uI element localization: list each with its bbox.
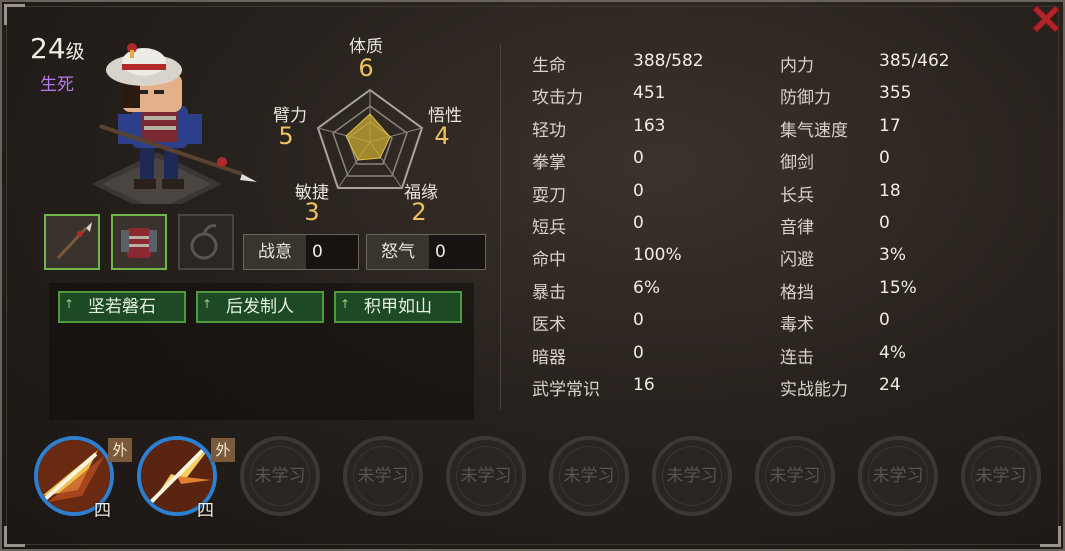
trait-arrow-icon: ↑ [64,297,75,311]
stat-value: 4% [879,343,906,363]
stat-value: 15% [879,278,917,298]
stat-name: 防御力 [780,88,831,108]
trait-label: 积甲如山 [364,297,432,317]
stat-value: 100% [633,245,682,265]
trait-item[interactable]: ↑ 坚若磐石 [58,291,186,323]
stat-name: 集气速度 [780,121,848,141]
stat-name: 连击 [780,348,814,368]
trait-item[interactable]: ↑ 后发制人 [196,291,324,323]
level-number: 24 [30,32,66,65]
attr-fortune-value: 2 [411,198,427,226]
stat-name: 御剑 [780,153,814,173]
equip-slot-accessory[interactable] [178,214,234,270]
attr-strength-value: 5 [278,122,294,150]
frame-corner [1040,526,1061,547]
stat-value: 163 [633,116,666,136]
stat-name: 暗器 [532,348,566,368]
stat-name: 生命 [532,56,566,76]
stat-value: 388/582 [633,51,704,71]
stat-name: 命中 [532,250,566,270]
trait-label: 后发制人 [226,297,294,317]
stat-value: 355 [879,83,912,103]
skill-slot-2[interactable]: 外 四 [137,436,235,521]
trait-label: 坚若磐石 [88,297,156,317]
stat-value: 3% [879,245,906,265]
stat-name: 格挡 [780,283,814,303]
stat-name: 长兵 [780,186,814,206]
stat-name: 轻功 [532,121,566,141]
stat-name: 短兵 [532,218,566,238]
trait-arrow-icon: ↑ [340,297,351,311]
stat-value: 451 [633,83,666,103]
character-portrait [92,43,257,204]
skill-slot-1[interactable]: 外 四 [34,436,132,521]
skill-slot-empty[interactable]: 未学习 [652,436,732,516]
frame-corner [4,4,25,25]
accessory-empty-icon [190,224,218,260]
rage-label: 怒气 [367,235,429,269]
skill-slot-empty[interactable]: 未学习 [549,436,629,516]
stat-name: 攻击力 [532,88,583,108]
stat-value: 6% [633,278,660,298]
stat-value: 17 [879,116,901,136]
stat-name: 武学常识 [532,380,600,400]
stat-name: 实战能力 [780,380,848,400]
skill-slot-empty[interactable]: 未学习 [446,436,526,516]
stat-value: 0 [879,310,890,330]
stat-value: 16 [633,375,655,395]
character-level: 24级 [30,32,85,65]
battle-will-gauge: 战意 0 [243,234,359,270]
rage-value: 0 [435,242,446,262]
skill-slot-empty[interactable]: 未学习 [755,436,835,516]
spear-icon [56,222,92,260]
stat-name: 暴击 [532,283,566,303]
frame-corner [4,526,25,547]
stat-name: 闪避 [780,250,814,270]
skill-slot-empty[interactable]: 未学习 [343,436,423,516]
stat-value: 0 [633,148,644,168]
skill-type-badge: 外 [211,438,235,462]
stat-value: 0 [633,181,644,201]
stat-value: 0 [633,310,644,330]
battle-will-label: 战意 [244,235,306,269]
battle-will-value: 0 [312,242,323,262]
skill-slot-empty[interactable]: 未学习 [961,436,1041,516]
trait-item[interactable]: ↑ 积甲如山 [334,291,462,323]
stat-value: 18 [879,181,901,201]
realm-label: 生死 [40,75,74,95]
stat-value: 0 [633,213,644,233]
attr-agility-value: 3 [304,198,320,226]
skill-slot-empty[interactable]: 未学习 [240,436,320,516]
skill-rank: 四 [197,501,214,521]
skill-rank: 四 [94,501,111,521]
character-panel: 24级 生死 体质 6 悟性 4 福缘 2 敏捷 3 臂力 5 战意 0 怒气 … [0,0,1065,551]
panel-divider [500,44,501,409]
stat-name: 音律 [780,218,814,238]
armor-icon [121,228,157,258]
trait-arrow-icon: ↑ [202,297,213,311]
stat-name: 内力 [780,56,814,76]
attr-constitution-value: 6 [358,54,374,82]
equip-slot-armor[interactable] [111,214,167,270]
stat-value: 24 [879,375,901,395]
stat-value: 0 [879,148,890,168]
stat-value: 0 [879,213,890,233]
rage-gauge: 怒气 0 [366,234,486,270]
stat-value: 0 [633,343,644,363]
close-icon[interactable] [1029,2,1063,36]
equip-slot-weapon[interactable] [44,214,100,270]
skill-type-badge: 外 [108,438,132,462]
stat-name: 医术 [532,315,566,335]
stat-name: 耍刀 [532,186,566,206]
stat-name: 拳掌 [532,153,566,173]
stat-value: 385/462 [879,51,950,71]
attr-comprehension-value: 4 [434,122,450,150]
stat-name: 毒术 [780,315,814,335]
skill-slot-empty[interactable]: 未学习 [858,436,938,516]
